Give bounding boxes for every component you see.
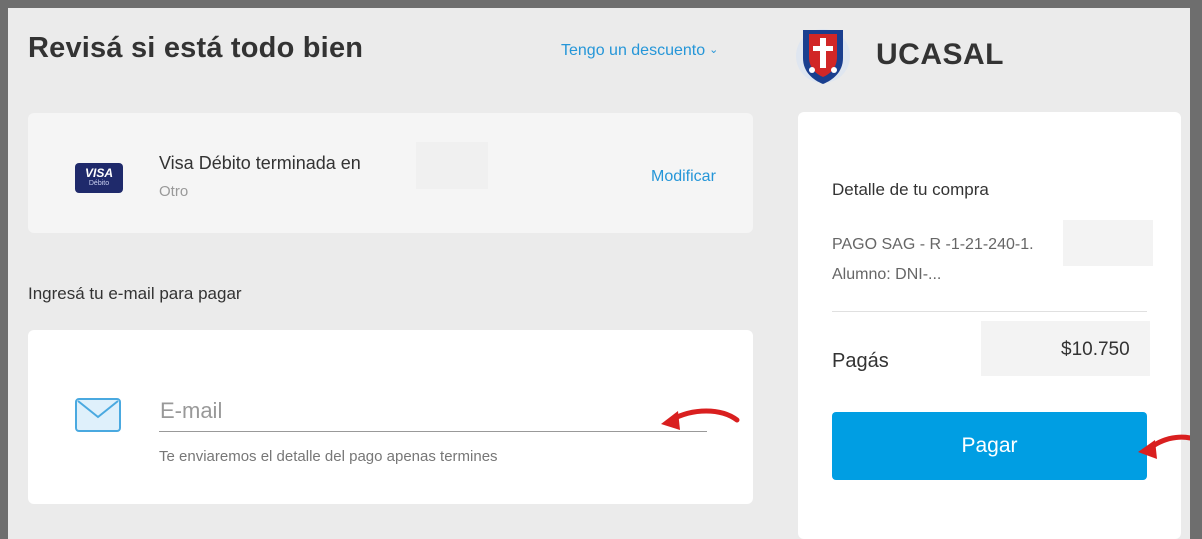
pay-button[interactable]: Pagar [832,412,1147,480]
discount-link-label: Tengo un descuento [561,42,706,59]
redacted-card-digits [416,142,488,189]
purchase-description: PAGO SAG - R -1-21-240-1. Alumno: DNI-..… [832,236,1034,283]
purchase-summary: Detalle de tu compra PAGO SAG - R -1-21-… [798,112,1181,539]
email-section-heading: Ingresá tu e-mail para pagar [28,284,242,303]
pay-label: Pagás [832,350,889,372]
annotation-arrow-icon [661,408,740,430]
modify-payment-link[interactable]: Modificar [651,168,716,186]
email-helper-text: Te enviaremos el detalle del pago apenas… [159,448,498,465]
summary-title: Detalle de tu compra [832,180,989,199]
payment-method-card: VISA Débito Visa Débito terminada en Otr… [28,113,753,233]
pay-amount: $10.750 [1061,339,1130,360]
email-input[interactable] [159,390,707,432]
visa-brand-text: VISA [84,166,113,180]
page-title: Revisá si está todo bien [28,32,364,64]
visa-debit-text: Débito [88,180,110,187]
envelope-icon [75,398,121,432]
summary-divider [832,311,1147,312]
ucasal-shield-logo [795,22,851,88]
card-issuer: Otro [159,183,189,200]
annotation-arrow-icon [1138,434,1190,459]
checkout-page: Revisá si está todo bien Tengo un descue… [8,8,1190,539]
card-name: Visa Débito terminada en [159,153,361,173]
redacted-value [1063,220,1153,266]
discount-link[interactable]: Tengo un descuento ⌄ [561,42,718,60]
chevron-down-icon: ⌄ [709,44,719,56]
brand-name: UCASAL [876,38,1004,71]
email-card: Te enviaremos el detalle del pago apenas… [28,330,753,504]
visa-debit-icon: VISA Débito [75,163,123,193]
